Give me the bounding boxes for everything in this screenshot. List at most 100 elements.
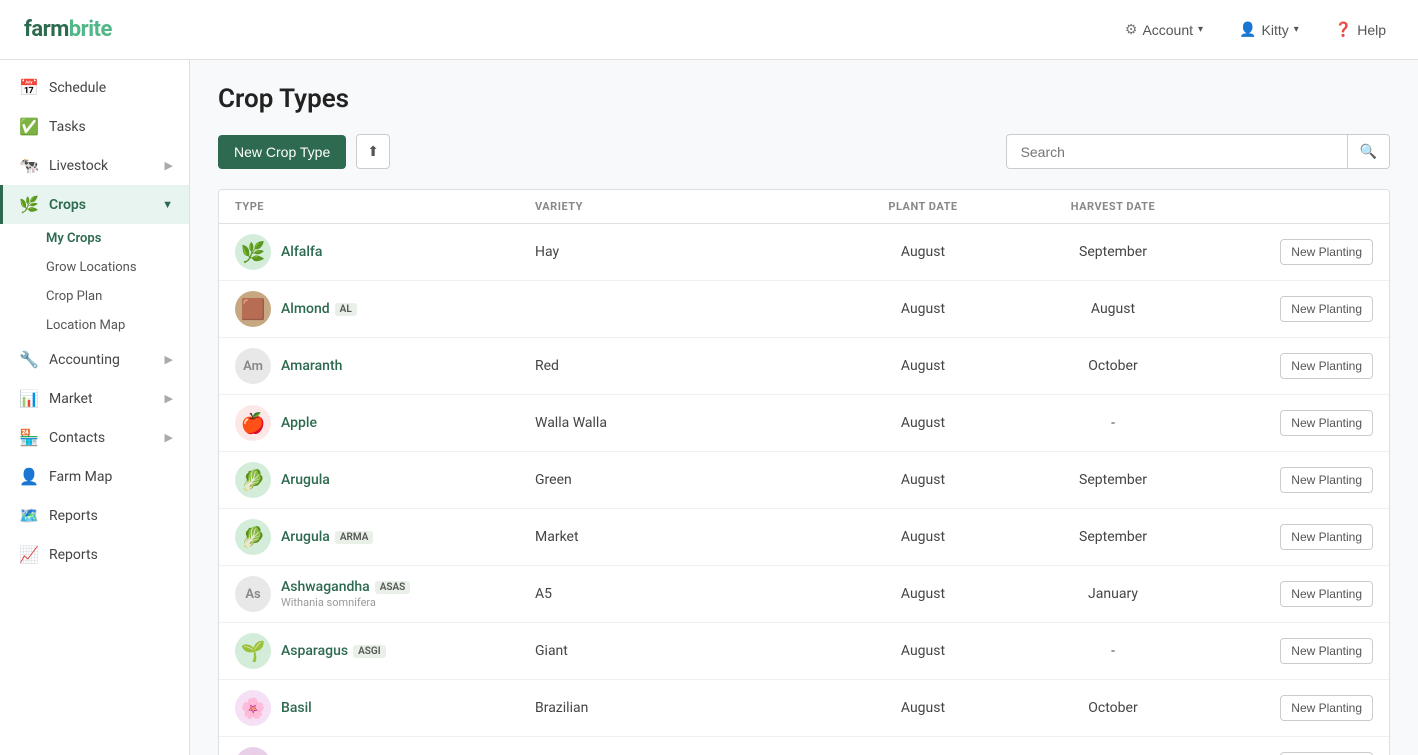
crop-name-cell: 🌱 Asparagus ASGI — [235, 633, 535, 669]
sidebar-item-location-map[interactable]: Location Map — [46, 311, 189, 340]
crop-link-ashwagandha[interactable]: Ashwagandha ASAS — [281, 579, 410, 595]
plant-date-cell: August — [833, 415, 1013, 431]
sidebar: 📅 Schedule ✅ Tasks 🐄 Livestock ▶ 🌿 Crops… — [0, 60, 190, 755]
sidebar-item-accounting[interactable]: 📊 Market ▶ — [0, 379, 189, 418]
new-planting-button[interactable]: New Planting — [1280, 638, 1373, 664]
sidebar-item-farm-map[interactable]: 🗺️ Reports — [0, 496, 189, 535]
plant-date-cell: August — [833, 700, 1013, 716]
crop-link-arugula-green[interactable]: Arugula — [281, 472, 330, 488]
plant-date-cell: August — [833, 244, 1013, 260]
avatar: 🥬 — [235, 462, 271, 498]
crop-link-amaranth[interactable]: Amaranth — [281, 358, 342, 374]
crop-name-text: Amaranth — [281, 358, 342, 374]
table-row: 🌱 Asparagus ASGI Giant August - New Plan… — [219, 623, 1389, 680]
crop-link-basil-1[interactable]: Basil — [281, 700, 312, 716]
table-row: 🍎 Apple Walla Walla August - New Plantin… — [219, 395, 1389, 452]
table-header: TYPE VARIETY PLANT DATE HARVEST DATE — [219, 190, 1389, 224]
search-area: 🔍 — [1006, 134, 1390, 169]
crop-name-text: Basil — [281, 700, 312, 716]
resources-chevron-icon: ▶ — [165, 353, 173, 366]
crop-link-asparagus[interactable]: Asparagus ASGI — [281, 643, 386, 659]
plant-date-cell: August — [833, 529, 1013, 545]
action-cell: New Planting — [1213, 638, 1373, 664]
market-icon: 🏪 — [19, 428, 39, 447]
accounting-chevron-icon: ▶ — [165, 392, 173, 405]
sidebar-label-resources: Accounting — [49, 352, 120, 368]
new-planting-button[interactable]: New Planting — [1280, 239, 1373, 265]
plant-date-cell: August — [833, 358, 1013, 374]
col-plant-date: PLANT DATE — [833, 200, 1013, 213]
crop-tag: ASAS — [375, 581, 411, 594]
sidebar-item-my-crops[interactable]: My Crops — [46, 224, 189, 253]
sidebar-label-crops: Crops — [49, 197, 86, 213]
crops-submenu: My Crops Grow Locations Crop Plan Locati… — [0, 224, 189, 340]
crop-tag: AL — [335, 303, 357, 316]
sidebar-item-schedule[interactable]: 📅 Schedule — [0, 68, 189, 107]
sidebar-label-reports: Reports — [49, 547, 98, 563]
crop-name-cell: 🌿 Alfalfa — [235, 234, 535, 270]
plant-date-cell: August — [833, 301, 1013, 317]
crop-tag: ARMA — [335, 531, 374, 544]
help-icon: ❓ — [1335, 21, 1352, 38]
crop-link-arugula-arma[interactable]: Arugula ARMA — [281, 529, 373, 545]
col-harvest-date: HARVEST DATE — [1013, 200, 1213, 213]
crop-tag: ASGI — [353, 645, 385, 658]
harvest-date-cell: September — [1013, 472, 1213, 488]
new-planting-button[interactable]: New Planting — [1280, 410, 1373, 436]
harvest-date-cell: January — [1013, 586, 1213, 602]
upload-button[interactable]: ⬆ — [356, 134, 390, 169]
sidebar-item-resources[interactable]: 🔧 Accounting ▶ — [0, 340, 189, 379]
table-row: 🌸 Basil Brazilian August October New Pla… — [219, 737, 1389, 755]
table-row: 🥬 Arugula ARMA Market August September N… — [219, 509, 1389, 566]
sidebar-item-crop-plan[interactable]: Crop Plan — [46, 282, 189, 311]
user-label: Kitty — [1262, 22, 1289, 38]
harvest-date-cell: October — [1013, 358, 1213, 374]
sidebar-item-crops[interactable]: 🌿 Crops ▼ — [0, 185, 189, 224]
logo-brite: brite — [69, 17, 112, 42]
user-icon: 👤 — [1239, 21, 1256, 38]
action-cell: New Planting — [1213, 581, 1373, 607]
action-cell: New Planting — [1213, 239, 1373, 265]
search-button[interactable]: 🔍 — [1347, 135, 1389, 168]
sidebar-item-tasks[interactable]: ✅ Tasks — [0, 107, 189, 146]
action-cell: New Planting — [1213, 410, 1373, 436]
new-planting-button[interactable]: New Planting — [1280, 296, 1373, 322]
sidebar-item-market[interactable]: 🏪 Contacts ▶ — [0, 418, 189, 457]
new-planting-button[interactable]: New Planting — [1280, 467, 1373, 493]
sidebar-item-grow-locations[interactable]: Grow Locations — [46, 253, 189, 282]
toolbar: New Crop Type ⬆ 🔍 — [218, 134, 1390, 169]
sidebar-label-accounting: Market — [49, 391, 93, 407]
sidebar-item-contacts[interactable]: 👤 Farm Map — [0, 457, 189, 496]
harvest-date-cell: October — [1013, 700, 1213, 716]
user-button[interactable]: 👤 Kitty ▾ — [1231, 17, 1307, 42]
sidebar-label-tasks: Tasks — [49, 119, 86, 135]
variety-cell: Giant — [535, 643, 833, 659]
crop-name-cell: 🌸 Basil — [235, 747, 535, 755]
variety-cell: Hay — [535, 244, 833, 260]
new-planting-button[interactable]: New Planting — [1280, 695, 1373, 721]
crop-link-almond[interactable]: Almond AL — [281, 301, 357, 317]
farm-map-icon: 🗺️ — [19, 506, 39, 525]
crop-link-alfalfa[interactable]: Alfalfa — [281, 244, 322, 260]
crop-name-cell: 🌸 Basil — [235, 690, 535, 726]
crop-name-text: Alfalfa — [281, 244, 322, 260]
sidebar-label-schedule: Schedule — [49, 80, 106, 96]
crop-link-apple[interactable]: Apple — [281, 415, 317, 431]
new-planting-button[interactable]: New Planting — [1280, 353, 1373, 379]
harvest-date-cell: September — [1013, 244, 1213, 260]
table-row: As Ashwagandha ASAS Withania somnifera A… — [219, 566, 1389, 623]
account-button[interactable]: ⚙ Account ▾ — [1117, 17, 1211, 42]
avatar: Am — [235, 348, 271, 384]
crop-subtitle: Withania somnifera — [281, 596, 410, 609]
new-crop-type-button[interactable]: New Crop Type — [218, 135, 346, 169]
search-input[interactable] — [1007, 136, 1347, 168]
help-button[interactable]: ❓ Help — [1327, 17, 1394, 42]
new-planting-button[interactable]: New Planting — [1280, 524, 1373, 550]
livestock-icon: 🐄 — [19, 156, 39, 175]
sidebar-item-reports[interactable]: 📈 Reports — [0, 535, 189, 574]
sidebar-label-farm-map: Reports — [49, 508, 98, 524]
avatar: As — [235, 576, 271, 612]
sidebar-item-livestock[interactable]: 🐄 Livestock ▶ — [0, 146, 189, 185]
top-header: farmbrite ⚙ Account ▾ 👤 Kitty ▾ ❓ Help — [0, 0, 1418, 60]
new-planting-button[interactable]: New Planting — [1280, 581, 1373, 607]
